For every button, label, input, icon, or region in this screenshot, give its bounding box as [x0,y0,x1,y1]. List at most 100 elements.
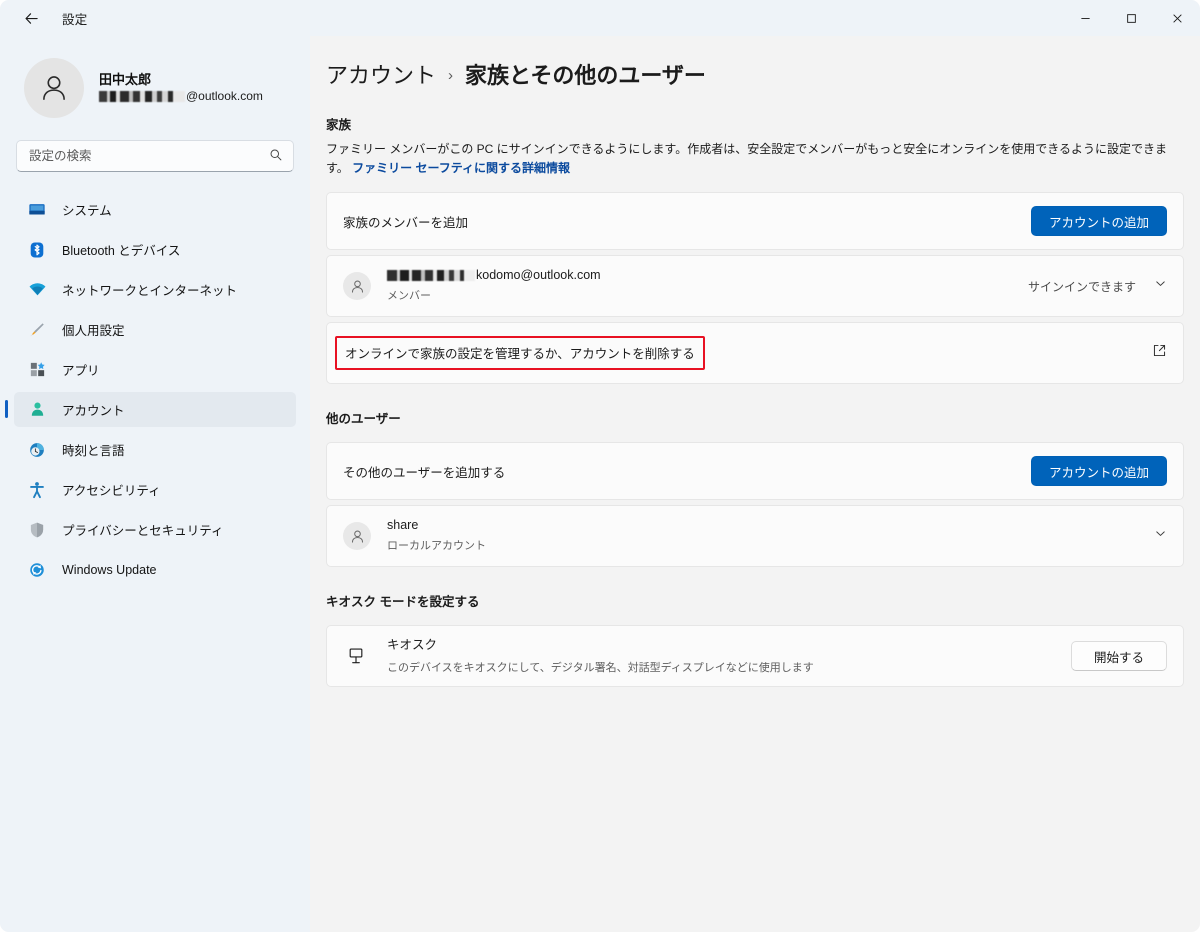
page-title: 家族とその他のユーザー [465,63,706,88]
other-user-row[interactable]: share ローカルアカウント [326,505,1184,568]
accessibility-icon [27,480,47,500]
avatar [24,58,84,118]
system-icon [27,200,47,220]
wifi-icon [27,280,47,300]
kiosk-start-button[interactable]: 開始する [1070,641,1167,672]
add-other-account-button[interactable]: アカウントの追加 [1030,456,1167,487]
sidebar: 田中太郎 @outlook.com 設定の検索 システム Bluetooth と… [0,36,310,932]
other-user-text: share ローカルアカウント [387,517,486,555]
highlight-annotation: オンラインで家族の設定を管理するか、アカウントを削除する [335,336,705,371]
sidebar-item-accounts[interactable]: アカウント [5,392,296,427]
sidebar-item-label: プライバシーとセキュリティ [62,524,224,538]
person-icon [351,530,363,543]
clock-icon [27,440,47,460]
breadcrumb-separator: › [448,66,454,84]
sidebar-item-system[interactable]: システム [14,192,296,227]
brush-icon [27,320,47,340]
kiosk-text: キオスク このデバイスをキオスクにして、デジタル署名、対話型ディスプレイなどに使… [387,634,814,679]
person-icon [351,280,363,293]
family-member-email: kodomo@outlook.com [387,267,601,284]
add-family-member-label: 家族のメンバーを追加 [343,215,469,230]
sidebar-item-label: Bluetooth とデバイス [62,244,181,258]
main-content: アカウント › 家族とその他のユーザー 家族 ファミリー メンバーがこの PC … [310,36,1200,932]
family-member-text: kodomo@outlook.com メンバー [387,267,601,305]
profile-text: 田中太郎 @outlook.com [99,72,263,103]
avatar [343,522,371,551]
kiosk-card: キオスク このデバイスをキオスクにして、デジタル署名、対話型ディスプレイなどに使… [326,625,1184,688]
title-bar: 設定 [0,0,1200,36]
profile-email-suffix: @outlook.com [186,88,263,103]
search-container [16,140,294,172]
sidebar-item-label: アカウント [62,404,125,418]
add-other-user-label: その他のユーザーを追加する [343,465,506,480]
sidebar-item-label: ネットワークとインターネット [62,284,238,298]
chevron-down-icon[interactable] [1154,277,1167,295]
minimize-button[interactable] [1062,0,1108,36]
close-icon [1172,13,1182,23]
sidebar-item-privacy-security[interactable]: プライバシーとセキュリティ [14,512,296,547]
external-link-icon[interactable] [1152,343,1167,363]
back-button[interactable] [14,1,48,35]
maximize-icon [1126,13,1136,23]
other-user-type: ローカルアカウント [387,539,486,552]
family-member-status: サインインできます [1027,279,1136,294]
maximize-button[interactable] [1108,0,1154,36]
sidebar-item-network[interactable]: ネットワークとインターネット [14,272,296,307]
sidebar-item-windows-update[interactable]: Windows Update [14,552,296,587]
family-safety-link[interactable]: ファミリー セーフティに関する詳細情報 [352,161,570,175]
redacted-email-prefix [99,90,185,102]
user-profile[interactable]: 田中太郎 @outlook.com [24,58,296,118]
kiosk-description: このデバイスをキオスクにして、デジタル署名、対話型ディスプレイなどに使用します [387,662,814,675]
sidebar-item-personalization[interactable]: 個人用設定 [14,312,296,347]
close-button[interactable] [1154,0,1200,36]
search-input[interactable] [16,140,294,172]
arrow-left-icon [25,12,38,24]
sidebar-item-time-language[interactable]: 時刻と言語 [14,432,296,467]
sidebar-item-label: 時刻と言語 [62,444,125,458]
chevron-down-icon[interactable] [1154,527,1167,545]
sidebar-item-apps[interactable]: アプリ [14,352,296,387]
apps-icon [27,360,47,380]
sidebar-item-label: 個人用設定 [62,324,125,338]
redacted-email-prefix [387,269,475,281]
breadcrumb: アカウント › 家族とその他のユーザー [326,58,1200,90]
person-icon [43,76,65,100]
family-cards: 家族のメンバーを追加 アカウントの追加 kodomo@outlook.com メ… [326,192,1184,385]
sidebar-item-label: Windows Update [62,562,157,577]
profile-name: 田中太郎 [99,72,152,88]
shield-icon [27,520,47,540]
kiosk-title: キオスク [387,637,438,652]
family-member-row[interactable]: kodomo@outlook.com メンバー サインインできます [326,255,1184,318]
sidebar-nav: システム Bluetooth とデバイス ネットワークとインターネット 個人用設… [5,192,296,587]
kiosk-section-title: キオスク モードを設定する [326,595,480,610]
sidebar-item-label: アプリ [62,364,100,378]
sidebar-item-accessibility[interactable]: アクセシビリティ [14,472,296,507]
sidebar-item-bluetooth[interactable]: Bluetooth とデバイス [14,232,296,267]
add-other-user-card: その他のユーザーを追加する アカウントの追加 [326,442,1184,501]
family-description: ファミリー メンバーがこの PC にサインインできるようにします。作成者は、安全… [326,140,1181,177]
app-title: 設定 [62,12,88,27]
add-family-account-button[interactable]: アカウントの追加 [1030,206,1167,237]
family-section-title: 家族 [326,118,352,132]
profile-email: @outlook.com [99,89,263,104]
kiosk-cards: キオスク このデバイスをキオスクにして、デジタル署名、対話型ディスプレイなどに使… [326,625,1184,688]
add-family-member-card: 家族のメンバーを追加 アカウントの追加 [326,192,1184,251]
other-user-name: share [387,517,419,532]
settings-window: 設定 田中太郎 @outlook.com 設定の検索 システム Bluetoot… [0,0,1200,932]
family-member-email-suffix: kodomo@outlook.com [476,267,601,282]
avatar [343,272,371,301]
kiosk-display-icon [343,643,369,669]
other-users-section-title: 他のユーザー [326,412,401,427]
update-icon [27,560,47,580]
manage-family-online-label: オンラインで家族の設定を管理するか、アカウントを削除する [345,347,695,362]
family-member-role: メンバー [387,289,431,302]
breadcrumb-parent[interactable]: アカウント [326,58,436,90]
window-controls [1062,0,1200,36]
sidebar-item-label: システム [62,204,112,218]
manage-family-online-card[interactable]: オンラインで家族の設定を管理するか、アカウントを削除する [326,322,1184,385]
sidebar-item-label: アクセシビリティ [62,484,161,498]
bluetooth-icon [27,240,47,260]
minimize-icon [1080,17,1090,19]
other-users-cards: その他のユーザーを追加する アカウントの追加 share ローカルアカウント [326,442,1184,568]
account-icon [27,400,47,420]
